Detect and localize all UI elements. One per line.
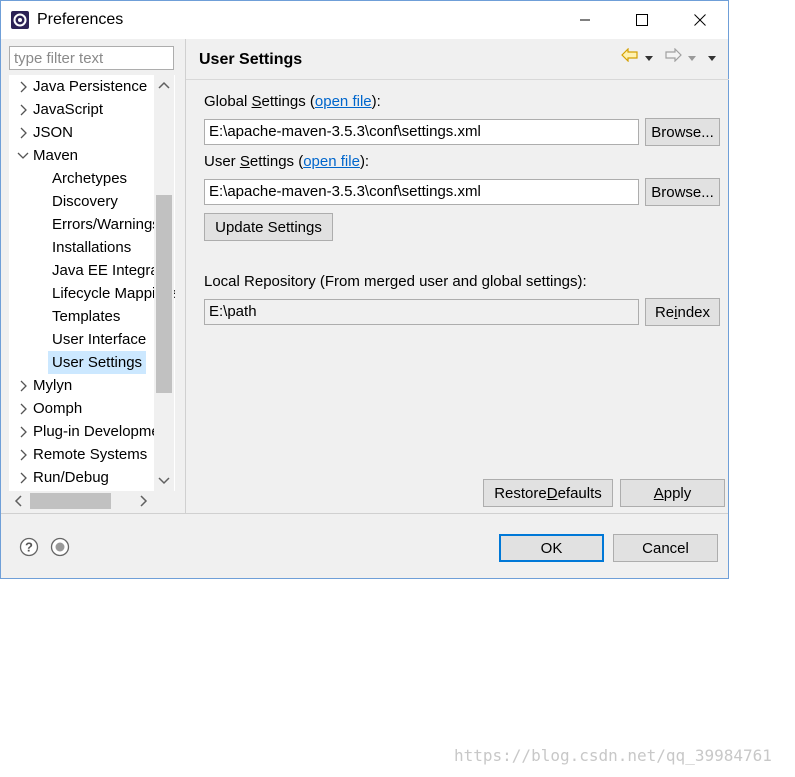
preferences-window: Preferences Java Persistence JavaScript JS… [0,0,729,579]
eclipse-app-icon [10,10,30,30]
window-title: Preferences [37,11,124,28]
tree-item-label: Discovery [52,193,118,210]
user-settings-label: User Settings (open file): [204,153,370,170]
global-settings-label: Global Settings (open file): [204,93,381,110]
global-settings-field[interactable]: E:\apache-maven-3.5.3\conf\settings.xml [204,119,639,145]
tree-item-label: User Interface [52,331,147,348]
tree-item-label: Archetypes [52,170,128,187]
forward-arrow-icon[interactable] [664,47,682,66]
scroll-down-icon [158,477,170,485]
local-repository-label: Local Repository (From merged user and g… [204,273,587,290]
page-header-divider [186,79,729,80]
preference-tree: Java Persistence JavaScript JSON Maven Arche… [9,75,175,491]
forward-menu-chevron-down-icon[interactable] [687,49,697,66]
tree-item-label: Mylyn [33,377,73,394]
chevron-right-icon[interactable] [17,466,29,489]
user-settings-browse-button[interactable]: Browse... [645,178,720,206]
scroll-left-icon [14,495,22,507]
cancel-button[interactable]: Cancel [613,534,718,562]
chevron-right-icon[interactable] [17,98,29,121]
tree-horizontal-scrollbar[interactable] [9,491,175,511]
tree-horizontal-scroll-thumb[interactable] [30,493,111,509]
close-button[interactable] [677,1,723,39]
back-arrow-icon[interactable] [621,47,639,66]
filter-input[interactable] [9,46,174,70]
tree-item-label: JSON [33,124,74,141]
chevron-right-icon[interactable] [17,443,29,466]
title-bar: Preferences [1,1,728,39]
page-navigation [621,47,717,67]
watermark: https://blog.csdn.net/qq_39984761 [454,746,772,765]
footer-divider [1,513,728,514]
global-settings-browse-button[interactable]: Browse... [645,118,720,146]
global-settings-open-file-link[interactable]: open file [315,93,372,110]
tree-item-label: Oomph [33,400,83,417]
tree-vertical-scrollbar[interactable] [154,75,174,491]
apply-button[interactable]: Apply [620,479,725,507]
chevron-right-icon[interactable] [17,75,29,98]
minimize-button[interactable] [562,1,608,39]
user-settings-field[interactable]: E:\apache-maven-3.5.3\conf\settings.xml [204,179,639,205]
user-settings-open-file-link[interactable]: open file [303,153,360,170]
update-settings-button[interactable]: Update Settings [204,213,333,241]
tree-item-label: User Settings [48,351,147,374]
restore-defaults-button[interactable]: Restore Defaults [483,479,613,507]
tree-item-label: Installations [52,239,132,256]
scroll-up-icon [158,81,170,89]
tree-item-label: Run/Debug [33,469,109,486]
chevron-right-icon[interactable] [17,374,29,397]
reindex-button[interactable]: Re i ndex [645,298,720,326]
page-title: User Settings [199,51,303,68]
tree-item-label: Templates [52,308,121,325]
chevron-down-icon[interactable] [17,144,29,167]
chevron-right-icon[interactable] [17,121,29,144]
tree-item-label: Java Persistence [33,78,148,95]
import-export-icon[interactable] [50,537,70,557]
tree-item-label: JavaScript [33,101,104,118]
tree-item-label: Plug-in Development [33,423,173,440]
tree-item-label: Remote Systems [33,446,148,463]
view-menu-chevron-down-icon[interactable] [707,49,717,66]
chevron-right-icon[interactable] [17,397,29,420]
help-icon[interactable]: ? [19,537,39,557]
tree-vertical-scroll-thumb[interactable] [156,195,172,393]
svg-text:?: ? [25,540,33,555]
chevron-right-icon[interactable] [17,420,29,443]
local-repository-field: E:\path [204,299,639,325]
ok-button[interactable]: OK [499,534,604,562]
tree-item-label: Errors/Warnings [52,216,160,233]
pane-divider[interactable] [185,39,186,513]
scroll-right-icon [140,495,148,507]
tree-item-label: Maven [33,147,79,164]
back-menu-chevron-down-icon[interactable] [644,49,654,66]
maximize-button[interactable] [619,1,665,39]
